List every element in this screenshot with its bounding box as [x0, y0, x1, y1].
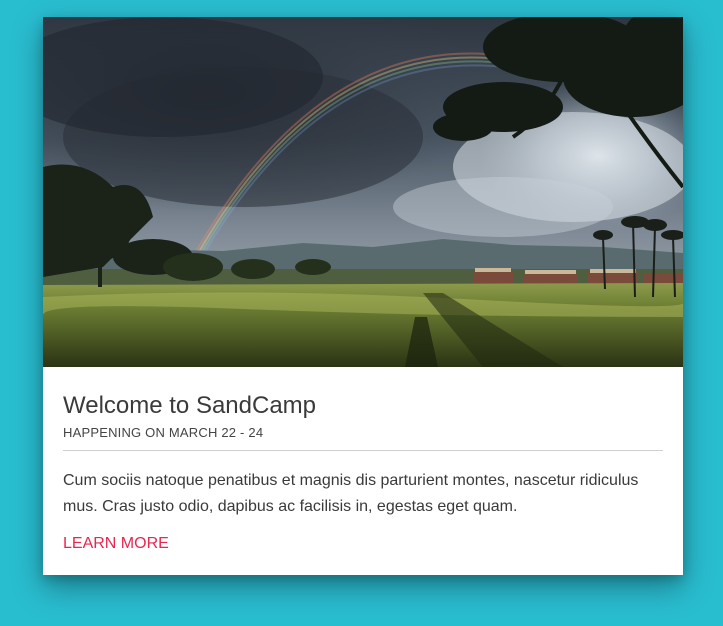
card-title: Welcome to SandCamp [63, 392, 317, 419]
event-card: Welcome to SandCamp HAPPENING ON MARCH 2… [43, 17, 683, 575]
card-divider [63, 450, 663, 451]
learn-more-link[interactable]: LEARN MORE [63, 534, 169, 554]
card-image [43, 17, 683, 367]
card-description: Cum sociis natoque penatibus et magnis d… [63, 472, 639, 515]
card-subtitle: HAPPENING ON MARCH 22 - 24 [63, 425, 264, 440]
landscape-photo [43, 17, 683, 367]
